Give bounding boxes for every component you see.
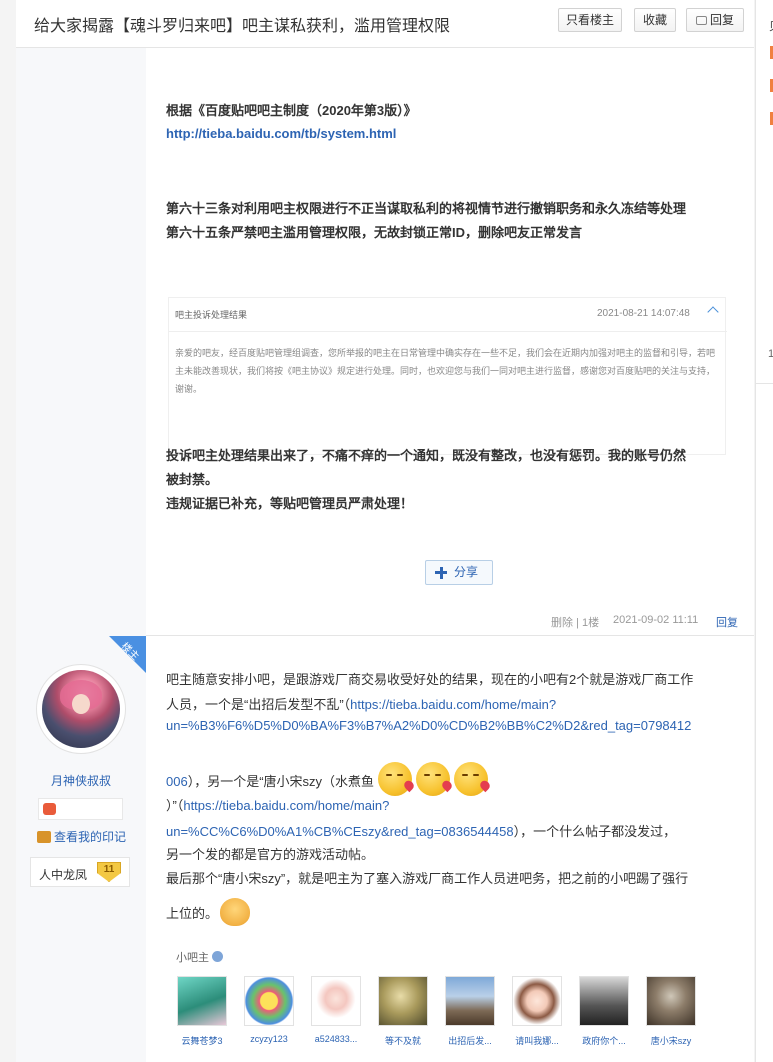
sidebar-divider (756, 383, 773, 384)
author-column: 楼主 月神侠叔叔 查看我的印记 人中龙凤 11 (16, 636, 146, 1062)
favorite-button[interactable]: 收藏 (634, 8, 676, 32)
game-badge-icon[interactable] (43, 803, 56, 815)
kiss-emoji-icon (454, 762, 492, 796)
post-text: 上位的。 (166, 906, 219, 921)
post-ref-line: 根据《百度贴吧吧主制度（2020年第3版）》 (166, 103, 417, 118)
right-sidebar: 贝 1 (755, 0, 773, 1062)
post-complaint-line1: 投诉吧主处理结果出来了，不痛不痒的一个通知，既没有整改，也没有惩罚。我的账号仍然 (166, 448, 687, 463)
helper-avatar[interactable] (512, 976, 562, 1026)
post-line: 最后那个“唐小宋szy”，就是吧主为了塞入游戏厂商工作人员进吧务，把之前的小吧踢… (166, 871, 689, 886)
post-line: 吧主随意安排小吧，是跟游戏厂商交易收受好处的结果，现在的小吧有2个就是游戏厂商工… (166, 672, 694, 687)
reply-button[interactable]: 回复 (686, 8, 744, 32)
post-text: ），另一个是“唐小宋szy（水煮鱼 (187, 774, 375, 789)
book-icon (37, 831, 51, 843)
share-button-label: 分享 (454, 565, 479, 579)
helper-item[interactable]: zcyzy123 (241, 976, 297, 1044)
op-badge: 楼主 (109, 636, 146, 673)
profile-link-1-end[interactable]: 006 (166, 774, 188, 789)
level-number: 11 (103, 864, 115, 875)
profile-link-2-cont[interactable]: un=%CC%C6%D0%A1%CB%CEszy&red_tag=0836544… (166, 824, 514, 839)
floor-reply-link[interactable]: 回复 (716, 614, 738, 630)
thread-title: 给大家揭露【魂斗罗归来吧】吧主谋私获利，滥用管理权限 (34, 18, 451, 35)
helper-item[interactable]: 唐小宋szy (643, 976, 699, 1047)
sidebar-partial-text: 贝 (769, 18, 773, 34)
avatar[interactable] (36, 664, 126, 754)
post-text: ），一个什么帖子都没发过， (513, 824, 677, 839)
notice-body: 亲爱的吧友，经百度贴吧管理组调查，您所举报的吧主在日常管理中确实存在一些不足，我… (175, 348, 716, 394)
helper-name[interactable]: 等不及就 (375, 1034, 431, 1047)
helper-avatar[interactable] (244, 976, 294, 1026)
helper-item[interactable]: 政府你个... (576, 976, 632, 1047)
helper-item[interactable]: 等不及就 (375, 976, 431, 1047)
post-line: 另一个发的都是官方的游戏活动帖。 (166, 847, 375, 862)
post-line: un=%CC%C6%D0%A1%CB%CEszy&red_tag=0836544… (166, 821, 676, 840)
helper-item[interactable]: a524833... (308, 976, 364, 1044)
helper-item[interactable]: 出招后发... (442, 976, 498, 1047)
post-line: 006），另一个是“唐小宋szy（水煮鱼 (166, 762, 492, 796)
post-rule-65: 第六十五条严禁吧主滥用管理权限，无故封锁正常ID，删除吧友正常发言 (166, 225, 583, 240)
notice-header: 吧主投诉处理结果 2021-08-21 14:07:48 (169, 298, 727, 332)
chevron-up-icon (707, 306, 719, 318)
delete-floor-link[interactable]: 删除 | 1楼 (551, 614, 599, 630)
author-name[interactable]: 月神侠叔叔 (16, 772, 146, 789)
helper-avatar[interactable] (646, 976, 696, 1026)
author-column (16, 48, 146, 636)
reply-icon (695, 16, 707, 25)
post-complaint-line2: 被封禁。 (166, 472, 219, 487)
page: 给大家揭露【魂斗罗归来吧】吧主谋私获利，滥用管理权限 只看楼主 收藏 回复 贝 … (0, 0, 773, 1062)
avatar-image (42, 670, 120, 748)
helper-item[interactable]: 云舞苍梦3 (174, 976, 230, 1047)
complaint-result-image: 吧主投诉处理结果 2021-08-21 14:07:48 亲爱的吧友，经百度贴吧… (168, 297, 727, 455)
shy-emoji-icon (220, 898, 251, 926)
helpers-title-label: 小吧主 (176, 952, 209, 964)
profile-link-1-cont[interactable]: un=%B3%F6%D5%D0%BA%F3%B7%A2%D0%CD%B2%BB%… (166, 718, 691, 733)
helper-avatar[interactable] (177, 976, 227, 1026)
post-datetime: 2021-09-02 11:11 (613, 614, 699, 626)
post-floor-2: 楼主 月神侠叔叔 查看我的印记 人中龙凤 11 吧主随意安排小吧，是跟游戏厂商交… (16, 636, 754, 1062)
notice-date: 2021-08-21 14:07:48 (597, 308, 690, 319)
reply-button-label: 回复 (709, 13, 734, 27)
helper-avatar[interactable] (445, 976, 495, 1026)
user-level[interactable]: 人中龙凤 11 (30, 857, 130, 887)
profile-link-2[interactable]: https://tieba.baidu.com/home/main? (183, 798, 389, 813)
post-text: ）”（ (166, 798, 184, 813)
share-button[interactable]: 分享 (425, 560, 493, 585)
thread-header: 给大家揭露【魂斗罗归来吧】吧主谋私获利，滥用管理权限 只看楼主 收藏 回复 (16, 0, 754, 48)
helper-avatar[interactable] (378, 976, 428, 1026)
post-rule-63: 第六十三条对利用吧主权限进行不正当谋取私利的将视情节进行撤销职务和永久冻结等处理 (166, 201, 687, 216)
post-floor-1: 根据《百度贴吧吧主制度（2020年第3版）》 http://tieba.baid… (16, 48, 754, 636)
kiss-emoji-icon (416, 762, 454, 796)
helper-name[interactable]: 请叫我娜... (509, 1034, 565, 1047)
helper-name[interactable]: 政府你个... (576, 1034, 632, 1047)
helper-avatar[interactable] (311, 976, 361, 1026)
helper-name[interactable]: a524833... (308, 1034, 364, 1044)
notice-title: 吧主投诉处理结果 (175, 310, 248, 320)
user-icon (212, 951, 223, 962)
helper-name[interactable]: 云舞苍梦3 (174, 1034, 230, 1047)
user-badge-box (38, 798, 123, 820)
helper-name[interactable]: 出招后发... (442, 1034, 498, 1047)
helper-item[interactable]: 请叫我娜... (509, 976, 565, 1047)
plus-icon (435, 567, 447, 579)
helpers-title: 小吧主 (176, 949, 223, 965)
post-text: 人员，一个是“出招后发型不乱”（ (166, 697, 351, 712)
helper-avatar[interactable] (579, 976, 629, 1026)
profile-link-1[interactable]: https://tieba.baidu.com/home/main? (350, 697, 556, 712)
level-name: 人中龙凤 (39, 868, 88, 882)
my-mark-label: 查看我的印记 (54, 830, 127, 844)
post-ref-link[interactable]: http://tieba.baidu.com/tb/system.html (166, 126, 396, 141)
helper-name[interactable]: zcyzy123 (241, 1034, 297, 1044)
only-op-button[interactable]: 只看楼主 (558, 8, 622, 32)
sidebar-partial-number: 1 (768, 348, 773, 360)
my-mark-link[interactable]: 查看我的印记 (37, 828, 126, 845)
helper-name[interactable]: 唐小宋szy (643, 1034, 699, 1047)
post-complaint-line3: 违规证据已补充，等贴吧管理员严肃处理！ (166, 496, 414, 511)
post-line: ）”（https://tieba.baidu.com/home/main? (166, 795, 389, 814)
post-line: 上位的。 (166, 898, 251, 926)
kiss-emoji-icon (378, 762, 416, 796)
post-line: 人员，一个是“出招后发型不乱”（https://tieba.baidu.com/… (166, 694, 556, 713)
